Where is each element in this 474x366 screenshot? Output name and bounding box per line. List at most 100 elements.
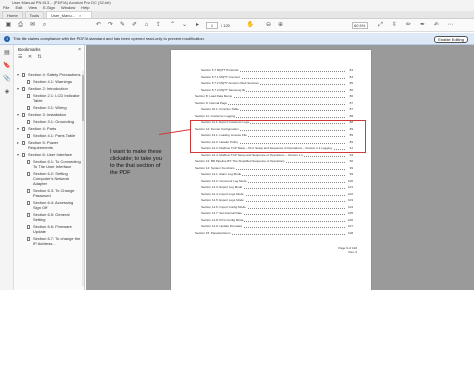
bookmark-item[interactable]: ▸ Section 5: Power Requirements xyxy=(14,140,84,150)
toc-entry[interactable]: Section 14.7: Set Internal Date 105 xyxy=(201,211,353,216)
left-rail: ▤ 🔖 📎 ◈ xyxy=(0,45,14,290)
toc-entry[interactable]: Section 5.7.3 MQTT Samsung IE 86 xyxy=(201,87,353,93)
chevron-icon[interactable]: ▸ xyxy=(17,140,19,145)
toc-entry[interactable]: Section 14.2: Comment Log Mode 100 xyxy=(201,178,353,184)
bookmark-item[interactable]: ▾ Section 3: Installation xyxy=(14,112,84,117)
toc-entry-title: Section 10.1: Function Table xyxy=(201,107,240,112)
next-page-icon[interactable]: ⌄ xyxy=(180,21,189,30)
toc-entry[interactable]: Section 14.6: Import Config Mode 104 xyxy=(201,204,353,210)
bookmark-item[interactable]: Section 6.6: Firmware Update xyxy=(14,224,84,234)
mail-icon[interactable]: ✉ xyxy=(28,21,37,30)
toc-entry[interactable]: Section 10.1: Function Table 87 xyxy=(201,107,353,112)
tab-home[interactable]: Home xyxy=(2,11,23,18)
bookmark-item[interactable]: Section 4.1: Warnings xyxy=(14,79,84,84)
page-thumbnails-icon[interactable]: ▤ xyxy=(3,49,11,57)
draw-icon[interactable]: ✒ xyxy=(418,21,427,30)
page-number-input[interactable]: 1 xyxy=(206,22,218,29)
bookmark-icon[interactable]: 🔖 xyxy=(3,62,11,70)
attachment-icon[interactable]: 📎 xyxy=(3,75,11,83)
toc-entry[interactable]: Section 14.3: Export Log Mode 101 xyxy=(201,185,353,190)
save-icon[interactable]: ▣ xyxy=(4,21,13,30)
bookmark-item[interactable]: ▾ Section 6: User Interface xyxy=(14,152,84,157)
redo-icon[interactable]: ↷ xyxy=(106,21,115,30)
fit-page-icon[interactable]: ⤢ xyxy=(376,21,385,30)
toc-entry[interactable]: Section 13: BR Pipeline BT: The Simplifi… xyxy=(195,159,353,164)
toc-entry[interactable]: Section 15: Panasia Room 108 xyxy=(195,230,353,236)
page-footer: Page 6 of 120 Rev. 0 xyxy=(338,246,357,254)
bookmark-item[interactable]: Section 4.1: Parts Table xyxy=(14,133,84,138)
share-icon[interactable]: ⇪ xyxy=(154,21,163,30)
zoom-out-icon[interactable]: ⊖ xyxy=(264,21,273,30)
chevron-icon[interactable]: ▾ xyxy=(17,126,19,131)
hand-tool-icon[interactable]: ✋ xyxy=(246,21,255,30)
more-tools-icon[interactable]: ⋯ xyxy=(446,21,455,30)
bookmark-label: Section 3.1: Wiring xyxy=(33,105,67,110)
stamp-icon[interactable]: ⌂ xyxy=(142,21,151,30)
toc-entry-title: Section 5.7.1 MQTT Connect xyxy=(201,74,241,80)
bookmark-item[interactable]: Section 3.1: Grounding xyxy=(14,119,84,124)
toc-entry[interactable]: Section 14: System Functions 99 xyxy=(195,165,353,171)
toc-entry[interactable]: Section 14.9: Update Firmware 107 xyxy=(201,224,353,229)
toc-entry[interactable]: Section 11: Customer Logging 88 xyxy=(195,113,353,119)
chevron-icon[interactable]: ▾ xyxy=(17,112,19,117)
bookmark-item[interactable]: Section 6.7: To change the IP Address... xyxy=(14,236,84,246)
search-icon[interactable]: ⌕ xyxy=(40,21,49,30)
edit-icon[interactable]: ✍ xyxy=(432,21,441,30)
select-icon[interactable]: ▸ xyxy=(193,21,202,30)
bookmark-item[interactable]: Section 6.5: General Setting xyxy=(14,212,84,222)
toc-entry[interactable]: Section 14.1: Alarm Log Mode 99 xyxy=(201,172,353,177)
enable-editing-button[interactable]: Enable Editing xyxy=(434,36,468,43)
toc-entry-page: 88 xyxy=(348,113,353,119)
highlight-icon[interactable]: ✏ xyxy=(404,21,413,30)
scroll-mode-icon[interactable]: ⇳ xyxy=(390,21,399,30)
close-icon[interactable]: × xyxy=(78,47,81,53)
bookmark-item[interactable]: Section 6.3: To Change Password xyxy=(14,188,84,198)
info-message: This file claims compliance with the PDF… xyxy=(13,36,205,41)
bookmark-item[interactable]: ▾ Section 4: Safety Precautions xyxy=(14,72,84,77)
bookmark-page-icon xyxy=(27,189,30,193)
toc-entry[interactable]: Section 5.7.2 MQTT Amazon Web Services 85 xyxy=(201,81,353,86)
chevron-icon[interactable]: ▾ xyxy=(17,86,19,91)
fill-sign-icon[interactable]: ✐ xyxy=(130,21,139,30)
tab-tools[interactable]: Tools xyxy=(24,11,45,18)
chevron-icon[interactable]: ▾ xyxy=(17,152,19,157)
bookmark-item[interactable]: ▾ Section 2: Introduction xyxy=(14,86,84,91)
toc-entry-page: 99 xyxy=(348,165,353,171)
bookmark-item[interactable]: Section 6.2: Setting Computer's Network … xyxy=(14,171,84,186)
toc-entry[interactable]: Section 12.4: Modbus TCP Setup and Seque… xyxy=(201,152,353,158)
toc-entry-title: Section 15: Panasia Room xyxy=(195,230,232,236)
bookmark-item[interactable]: Section 2.1: LCD Indicator Table xyxy=(14,93,84,103)
chevron-icon[interactable]: ▾ xyxy=(17,72,19,77)
toc-entry-page: 108 xyxy=(346,230,353,236)
bookmark-page-icon xyxy=(27,160,30,164)
print-icon[interactable]: ⎙ xyxy=(16,21,25,30)
bookmark-label: Section 6.5: General Setting xyxy=(33,212,70,222)
prev-page-icon[interactable]: ⌃ xyxy=(168,21,177,30)
bookmark-page-icon xyxy=(27,172,30,176)
toc-entry[interactable]: Section 14.4: Import Logs Mode 102 xyxy=(201,191,353,197)
bookmark-page-icon xyxy=(27,94,30,98)
zoom-input[interactable]: 60.5% xyxy=(352,22,368,29)
zoom-in-icon[interactable]: ⊕ xyxy=(276,21,285,30)
toc-entry[interactable]: Section 14.8: Print Config Mode 106 xyxy=(201,217,353,223)
bookmark-item[interactable]: ▾ Section 4: Parts xyxy=(14,126,84,131)
bookmark-item[interactable]: Section 6.4: Accessing Sign Off xyxy=(14,200,84,210)
toc-entry[interactable]: Section 14.5: Export Logs Mode 103 xyxy=(201,198,353,203)
toc-entry-title: Section 14.7: Set Internal Date xyxy=(201,211,243,216)
toc-entry[interactable]: Section 8: Load Data Memo 86 xyxy=(195,94,353,99)
toc-entry[interactable]: Section 9: Internal Page 87 xyxy=(195,100,353,106)
undo-icon[interactable]: ↶ xyxy=(94,21,103,30)
toc-entry[interactable]: Section 5.7 MQTT Protocols 84 xyxy=(201,68,353,73)
bookmark-item[interactable]: Section 6.1: To Connecting To The User I… xyxy=(14,159,84,169)
bookmark-label: Section 6.7: To change the IP Address... xyxy=(33,236,81,246)
pdf-page[interactable]: Page 6 of 120 Rev. 0 Section 5.7 MQTT Pr… xyxy=(171,50,371,290)
toc-entry-page: 107 xyxy=(346,224,353,229)
layers-icon[interactable]: ◈ xyxy=(3,88,11,96)
toc-entry[interactable]: Section 5.7.1 MQTT Connect 84 xyxy=(201,74,353,80)
tab-document[interactable]: User_Manu... × xyxy=(46,11,93,18)
bookmark-item[interactable]: Section 3.1: Wiring xyxy=(14,105,84,110)
bookmark-options-icon[interactable]: ☰ ✕ ⇅ xyxy=(18,54,44,60)
bookmark-page-icon xyxy=(27,213,30,217)
comment-icon[interactable]: ✎ xyxy=(118,21,127,30)
close-icon[interactable]: × xyxy=(79,13,81,18)
